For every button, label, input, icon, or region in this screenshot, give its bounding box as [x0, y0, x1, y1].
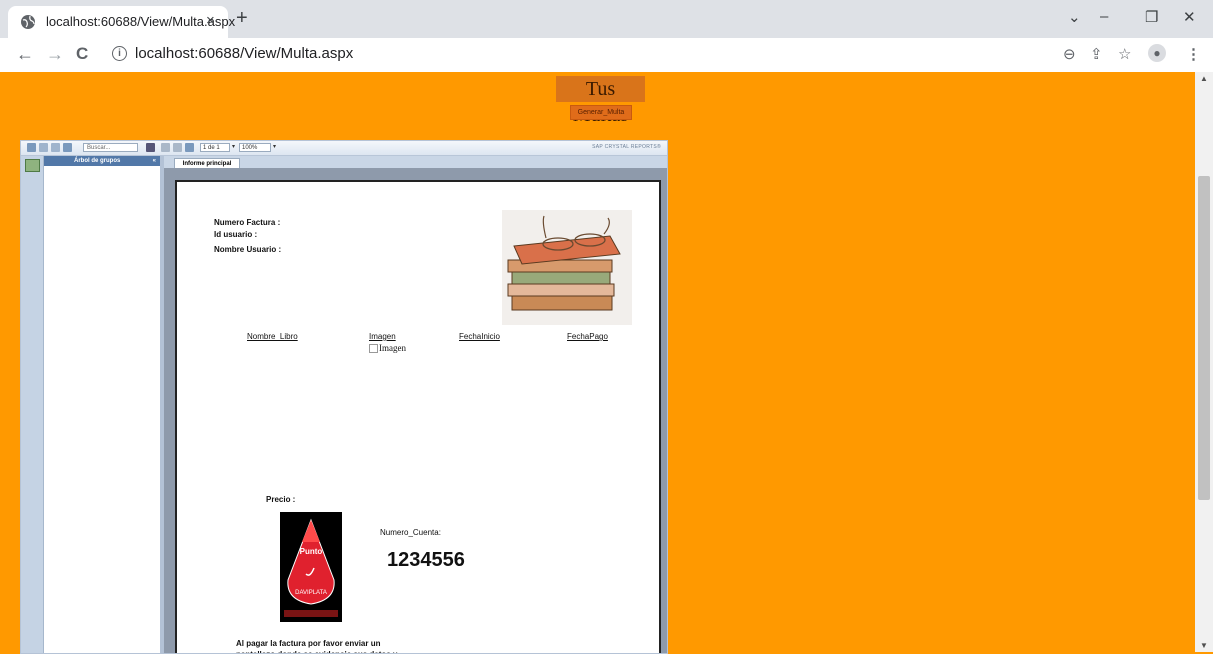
zoom-icon[interactable]: ⊖: [1063, 45, 1076, 63]
page-body: Tus Multas Generar_Multa Buscar... 1 de …: [0, 72, 1195, 654]
viewer-toolbar: Buscar... 1 de 1 ▾ 100% ▾ SAP CRYSTAL RE…: [21, 141, 667, 156]
group-tree-header: Árbol de grupos «: [44, 156, 160, 166]
column-imagen: Imagen: [369, 332, 396, 341]
refresh-icon[interactable]: [51, 143, 60, 152]
next-page-icon[interactable]: [185, 143, 194, 152]
field-id-usuario: Id usuario :: [214, 230, 258, 239]
site-info-icon[interactable]: i: [112, 46, 127, 61]
collapse-panel-icon[interactable]: «: [153, 156, 156, 166]
page-number-input[interactable]: 1 de 1: [200, 143, 230, 152]
account-number: 1234556: [387, 549, 465, 571]
minimize-button[interactable]: –: [1100, 8, 1108, 25]
broken-image-icon: [369, 344, 378, 354]
crystal-reports-brand: SAP CRYSTAL REPORTS®: [592, 144, 661, 150]
print-icon[interactable]: [39, 143, 48, 152]
broken-image: Imagen: [369, 343, 406, 354]
crystal-report-viewer: Buscar... 1 de 1 ▾ 100% ▾ SAP CRYSTAL RE…: [20, 140, 668, 654]
browser-tabstrip: localhost:60688/View/Multa.aspx × + ⌄ – …: [0, 0, 1213, 38]
group-tree-panel: [44, 166, 160, 653]
prev-page-icon[interactable]: [173, 143, 182, 152]
new-tab-button[interactable]: +: [236, 8, 248, 28]
left-panel-strip: [21, 156, 44, 653]
restore-button[interactable]: ❐: [1145, 8, 1158, 26]
group-tree-title: Árbol de grupos: [74, 158, 121, 164]
field-numero-factura: Numero Factura :: [214, 218, 281, 227]
binoculars-icon[interactable]: [146, 143, 155, 152]
close-window-button[interactable]: ✕: [1183, 8, 1196, 26]
forward-button[interactable]: →: [46, 44, 64, 64]
price-label: Precio :: [266, 495, 296, 504]
first-page-icon[interactable]: [161, 143, 170, 152]
reload-button[interactable]: C: [76, 44, 88, 64]
group-tree-toggle-icon[interactable]: [63, 143, 72, 152]
scroll-up-arrow-icon[interactable]: ▲: [1200, 74, 1208, 83]
zoom-select[interactable]: 100%: [239, 143, 271, 152]
browser-toolbar: ← → C i localhost:60688/View/Multa.aspx …: [0, 38, 1213, 73]
browser-tab[interactable]: localhost:60688/View/Multa.aspx ×: [8, 6, 235, 38]
field-nombre-usuario: Nombre Usuario :: [214, 245, 282, 254]
report-tab-row: Informe principal: [164, 156, 667, 169]
account-label: Numero_Cuenta:: [380, 528, 441, 537]
column-fecha-inicio: FechaInicio: [459, 332, 500, 341]
column-nombre-libro: Nombre_Libro: [247, 332, 298, 341]
books-illustration: [502, 210, 632, 325]
column-fecha-pago: FechaPago: [567, 332, 608, 341]
address-bar[interactable]: i localhost:60688/View/Multa.aspx: [100, 41, 1050, 69]
page-dropdown-icon[interactable]: ▾: [232, 143, 235, 150]
bookmark-star-icon[interactable]: ☆: [1118, 45, 1131, 63]
group-tree-icon[interactable]: [25, 159, 40, 172]
scrollbar-thumb[interactable]: [1198, 176, 1210, 500]
logo-text-daviplata: DAVIPLATA: [295, 590, 327, 596]
globe-icon: [21, 15, 35, 29]
address-url: localhost:60688/View/Multa.aspx: [135, 45, 354, 62]
tab-close-icon[interactable]: ×: [206, 12, 215, 29]
page-title: Tus Multas: [556, 76, 645, 126]
zoom-dropdown-icon[interactable]: ▾: [273, 143, 276, 150]
share-icon[interactable]: ⇪: [1090, 45, 1103, 63]
daviplata-logo: Punto DAVIPLATA: [280, 512, 342, 622]
export-icon[interactable]: [27, 143, 36, 152]
back-button[interactable]: ←: [16, 44, 34, 64]
tab-search-dropdown-icon[interactable]: ⌄: [1068, 8, 1081, 26]
page-scrollbar[interactable]: ▲ ▼: [1195, 72, 1213, 652]
broken-image-alt: Imagen: [379, 343, 406, 353]
viewer-search-input[interactable]: Buscar...: [83, 143, 138, 152]
profile-avatar-icon[interactable]: ●: [1148, 44, 1166, 62]
generar-multa-button[interactable]: Generar_Multa: [570, 105, 632, 120]
scroll-down-arrow-icon[interactable]: ▼: [1200, 641, 1208, 650]
report-page: Numero Factura : Id usuario : Nombre Usu…: [175, 180, 661, 653]
menu-kebab-icon[interactable]: ⋮: [1186, 45, 1201, 63]
logo-text-punto: Punto: [300, 547, 323, 556]
